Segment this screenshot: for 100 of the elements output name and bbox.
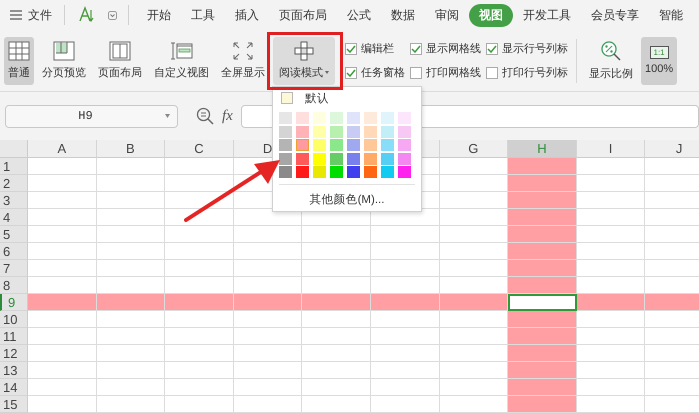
sheet-cell[interactable]	[508, 260, 577, 277]
sheet-cell[interactable]	[370, 226, 440, 243]
color-swatch[interactable]	[296, 152, 309, 164]
sheet-cell[interactable]	[302, 328, 371, 345]
sheet-cell[interactable]	[165, 158, 234, 175]
sheet-cell[interactable]	[96, 362, 166, 379]
sheet-cell[interactable]	[302, 260, 371, 277]
sheet-cell[interactable]	[576, 226, 646, 243]
sheet-cell[interactable]	[370, 243, 440, 260]
sheet-cell[interactable]	[576, 243, 646, 260]
row-header[interactable]: 4	[0, 209, 28, 226]
sheet-cell[interactable]	[165, 362, 234, 379]
sheet-cell[interactable]	[576, 311, 646, 328]
sheet-cell[interactable]	[576, 396, 646, 413]
sheet-cell[interactable]	[28, 192, 97, 209]
sheet-cell[interactable]	[28, 158, 97, 175]
menu-tab[interactable]: 开始	[137, 4, 181, 26]
sheet-cell[interactable]	[370, 396, 440, 413]
sheet-cell[interactable]	[370, 294, 440, 311]
color-swatch[interactable]	[364, 112, 377, 124]
sheet-cell[interactable]	[28, 175, 97, 192]
sheet-cell[interactable]	[234, 328, 302, 345]
checkbox[interactable]: 任务窗格	[345, 60, 405, 84]
sheet-cell[interactable]	[508, 345, 577, 362]
color-swatch[interactable]	[313, 139, 326, 151]
row-header[interactable]: 3	[0, 192, 28, 209]
sheet-cell[interactable]	[165, 209, 234, 226]
color-swatch[interactable]	[381, 139, 394, 151]
color-swatch[interactable]	[347, 152, 360, 164]
sheet-cell[interactable]	[234, 311, 302, 328]
column-header[interactable]: G	[440, 140, 508, 158]
checkbox[interactable]: 打印网格线	[410, 60, 481, 84]
view-mode-button[interactable]: 页面布局	[94, 36, 146, 84]
sheet-cell[interactable]	[28, 345, 97, 362]
color-swatch[interactable]	[296, 139, 309, 151]
menu-tab[interactable]: 会员专享	[581, 4, 649, 26]
menu-tab[interactable]: 页面布局	[269, 4, 337, 26]
checkbox[interactable]: 显示行号列标	[486, 36, 568, 60]
sheet-cell[interactable]	[508, 226, 577, 243]
sheet-cell[interactable]	[576, 192, 646, 209]
column-header[interactable]: C	[165, 140, 234, 158]
color-swatch[interactable]	[279, 152, 292, 164]
sheet-cell[interactable]	[28, 362, 97, 379]
sheet-cell[interactable]	[165, 328, 234, 345]
row-header[interactable]: 8	[0, 277, 28, 294]
sheet-cell[interactable]	[165, 345, 234, 362]
color-swatch[interactable]	[398, 152, 411, 164]
sheet-cell[interactable]	[302, 243, 371, 260]
sheet-cell[interactable]	[96, 192, 166, 209]
color-swatch[interactable]	[296, 126, 309, 138]
menu-tab[interactable]: 公式	[337, 4, 381, 26]
sheet-cell[interactable]	[576, 362, 646, 379]
sheet-cell[interactable]	[96, 294, 166, 311]
sheet-cell[interactable]	[165, 192, 234, 209]
sheet-cell[interactable]	[165, 260, 234, 277]
sheet-cell[interactable]	[302, 396, 371, 413]
active-cell[interactable]	[508, 294, 577, 311]
menu-item[interactable]: 其他颜色(M)...	[279, 189, 415, 210]
color-swatch[interactable]	[296, 166, 309, 178]
sheet-cell[interactable]	[508, 396, 577, 413]
function-button[interactable]: fx	[222, 108, 233, 124]
row-header[interactable]: 14	[0, 379, 28, 396]
sheet-cell[interactable]	[165, 175, 234, 192]
menu-tab[interactable]: 开发工具	[513, 4, 581, 26]
column-header[interactable]: B	[96, 140, 166, 158]
sheet-cell[interactable]	[96, 226, 166, 243]
sheet-cell[interactable]	[96, 345, 166, 362]
sheet-cell[interactable]	[508, 311, 577, 328]
sheet-cell[interactable]	[28, 328, 97, 345]
sheet-cell[interactable]	[96, 243, 166, 260]
color-swatch[interactable]	[364, 152, 377, 164]
sheet-cell[interactable]	[28, 311, 97, 328]
sheet-cell[interactable]	[28, 294, 97, 311]
checkbox[interactable]: 打印行号列标	[486, 60, 568, 84]
color-swatch[interactable]	[330, 112, 343, 124]
sheet-cell[interactable]	[96, 311, 166, 328]
quick-access-dropdown[interactable]	[105, 8, 120, 22]
sheet-cell[interactable]	[96, 175, 166, 192]
color-swatch[interactable]	[330, 166, 343, 178]
color-swatch[interactable]	[279, 126, 292, 138]
checkbox[interactable]: 显示网格线	[410, 36, 481, 60]
color-swatch[interactable]	[381, 166, 394, 178]
sheet-cell[interactable]	[370, 311, 440, 328]
sheet-cell[interactable]	[302, 311, 371, 328]
sheet-cell[interactable]	[28, 396, 97, 413]
sheet-cell[interactable]	[302, 345, 371, 362]
color-swatch[interactable]	[347, 139, 360, 151]
color-swatch[interactable]	[364, 166, 377, 178]
color-swatch[interactable]	[313, 152, 326, 164]
sheet-cell[interactable]	[234, 260, 302, 277]
color-swatch[interactable]	[398, 112, 411, 124]
sheet-cell[interactable]	[234, 294, 302, 311]
menu-item[interactable]: 默认	[279, 90, 415, 106]
row-header[interactable]: 15	[0, 396, 28, 413]
name-box[interactable]: H9	[5, 104, 178, 128]
sheet-cell[interactable]	[508, 209, 577, 226]
color-swatch[interactable]	[364, 139, 377, 151]
sheet-cell[interactable]	[96, 158, 166, 175]
sheet-cell[interactable]	[28, 226, 97, 243]
sheet-cell[interactable]	[234, 226, 302, 243]
